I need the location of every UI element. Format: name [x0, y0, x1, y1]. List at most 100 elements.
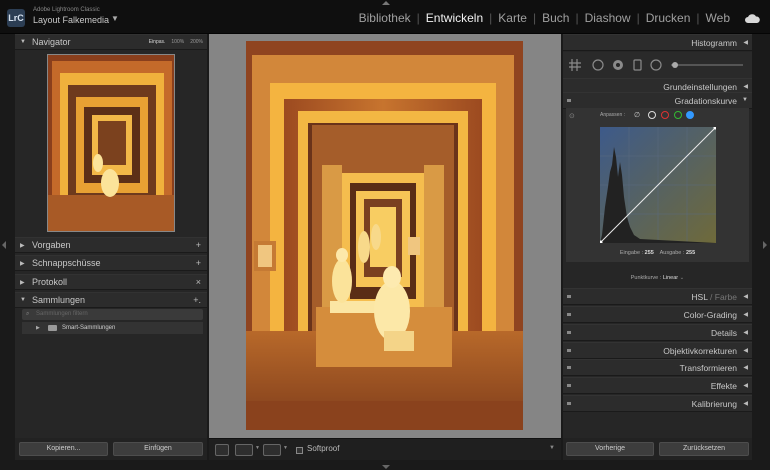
compare-view-icon[interactable] — [263, 444, 281, 456]
tool-slider[interactable] — [671, 64, 743, 66]
module-karte[interactable]: Karte — [498, 11, 527, 25]
smart-collections-label: Smart-Sammlungen — [62, 325, 116, 331]
tone-curve-header[interactable]: Gradationskurve ▼ — [563, 92, 752, 109]
add-collection-button[interactable]: +. — [193, 295, 201, 305]
cloud-icon[interactable] — [744, 13, 760, 23]
catalog-dropdown-icon[interactable]: ▼ — [111, 14, 119, 23]
reset-button[interactable]: Zurücksetzen — [659, 442, 749, 456]
parametric-curve-icon[interactable]: ∅ — [634, 111, 640, 119]
basic-label: Grundeinstellungen — [663, 82, 737, 92]
top-panel-toggle-icon[interactable] — [382, 1, 390, 5]
color-grading-header[interactable]: Color-Grading ◀ — [563, 306, 752, 323]
module-buch[interactable]: Buch — [542, 11, 569, 25]
module-separator: | — [696, 11, 700, 25]
calibration-header[interactable]: Kalibrierung ◀ — [563, 395, 752, 412]
left-panel-bottom: Kopieren... Einfügen — [15, 438, 207, 460]
folder-icon — [48, 325, 57, 331]
expand-icon[interactable]: ▶ — [36, 322, 40, 334]
collections-header[interactable]: ▼ Sammlungen +. — [15, 292, 207, 308]
hsl-header[interactable]: HSL / Farbe ◀ — [563, 288, 752, 305]
snapshots-header[interactable]: ▶ Schnappschüsse + — [15, 255, 207, 271]
crop-tool-icon[interactable] — [569, 59, 581, 71]
point-curve-select[interactable]: Linear — [663, 275, 678, 281]
toolbar-menu-icon[interactable]: ▼ — [549, 445, 555, 451]
panel-toggle-icon[interactable] — [567, 384, 571, 387]
right-panel: Histogramm ◀ Grundeinstellungen ◀ Gradat… — [563, 34, 752, 460]
panel-toggle-icon[interactable] — [567, 349, 571, 352]
previous-button[interactable]: Vorherige — [566, 442, 654, 456]
panel-toggle-icon[interactable] — [567, 295, 571, 298]
panel-toggle-icon[interactable] — [567, 313, 571, 316]
image-canvas[interactable] — [209, 34, 561, 438]
module-separator: | — [575, 11, 579, 25]
module-entwickeln[interactable]: Entwickeln — [426, 11, 483, 25]
target-adjust-icon[interactable]: ⊙ — [569, 112, 575, 120]
green-channel-icon[interactable] — [674, 111, 682, 119]
module-bibliothek[interactable]: Bibliothek — [359, 11, 411, 25]
compare-dropdown-icon[interactable]: ▼ — [283, 445, 288, 451]
smart-collections-item[interactable]: ▶ Smart-Sammlungen — [22, 322, 203, 334]
panel-toggle-icon[interactable] — [567, 99, 571, 102]
rgb-channel-icon[interactable] — [648, 111, 656, 119]
bottom-toolbar: ▼ ▼ Softproof ▼ — [209, 438, 561, 460]
main-photo[interactable] — [246, 41, 523, 430]
masking-icon[interactable] — [633, 59, 642, 71]
effects-header[interactable]: Effekte ◀ — [563, 377, 752, 394]
navigator-preview[interactable] — [47, 54, 175, 232]
point-curve-dropdown-icon[interactable]: ⌄ — [680, 275, 685, 281]
lrc-logo-icon: LrC — [7, 9, 25, 27]
copy-button[interactable]: Kopieren... — [19, 442, 108, 456]
module-diashow[interactable]: Diashow — [585, 11, 631, 25]
transform-header[interactable]: Transformieren ◀ — [563, 359, 752, 376]
history-header[interactable]: ▶ Protokoll × — [15, 274, 207, 290]
hsl-tab[interactable]: HSL — [691, 292, 707, 302]
before-after-icon[interactable] — [235, 444, 253, 456]
left-panel: ▼ Navigator Einpas. 100% 200% ▶ Vorgaben… — [15, 34, 207, 460]
collections-search-placeholder: Sammlungen filtern — [36, 311, 88, 317]
collapse-icon: ▼ — [20, 297, 26, 303]
add-preset-button[interactable]: + — [196, 240, 201, 250]
before-after-dropdown-icon[interactable]: ▼ — [255, 445, 260, 451]
zoom-fit[interactable]: Einpas. — [149, 39, 166, 45]
photo-image — [246, 41, 523, 430]
red-channel-icon[interactable] — [661, 111, 669, 119]
presets-header[interactable]: ▶ Vorgaben + — [15, 237, 207, 253]
panel-toggle-icon[interactable] — [567, 331, 571, 334]
module-drucken[interactable]: Drucken — [646, 11, 691, 25]
paste-button[interactable]: Einfügen — [113, 442, 203, 456]
color-tab[interactable]: Farbe — [715, 292, 737, 302]
expand-icon: ▶ — [20, 243, 25, 249]
lens-header[interactable]: Objektivkorrekturen ◀ — [563, 342, 752, 359]
clear-history-button[interactable]: × — [196, 277, 201, 287]
detail-header[interactable]: Details ◀ — [563, 324, 752, 341]
zoom-100[interactable]: 100% — [171, 39, 184, 45]
add-snapshot-button[interactable]: + — [196, 258, 201, 268]
filmstrip-toggle-icon[interactable] — [382, 465, 390, 469]
panel-toggle-icon[interactable] — [567, 402, 571, 405]
tone-curve-label: Gradationskurve — [674, 96, 737, 106]
output-value: 255 — [685, 250, 696, 256]
tool-strip — [563, 52, 752, 78]
module-web[interactable]: Web — [706, 11, 730, 25]
softproof-label: Softproof — [307, 444, 340, 453]
navigator-header[interactable]: ▼ Navigator Einpas. 100% 200% — [15, 34, 207, 50]
zoom-200[interactable]: 200% — [190, 39, 203, 45]
loupe-view-icon[interactable] — [215, 444, 229, 456]
spot-removal-icon[interactable] — [592, 59, 604, 71]
tool-slider-handle[interactable] — [672, 62, 678, 68]
collections-search-input[interactable]: ⌕ Sammlungen filtern — [22, 309, 203, 320]
histogram-header[interactable]: Histogramm ◀ — [563, 34, 752, 51]
expand-icon: ◀ — [743, 312, 748, 318]
tone-curve-graph[interactable] — [600, 127, 716, 243]
tab-separator: / — [710, 292, 713, 302]
lens-label: Objektivkorrekturen — [663, 346, 737, 356]
expand-icon: ◀ — [743, 330, 748, 336]
softproof-checkbox[interactable] — [296, 447, 303, 454]
right-panel-toggle-icon[interactable] — [763, 241, 767, 249]
radial-filter-icon[interactable] — [650, 59, 662, 71]
left-panel-toggle-icon[interactable] — [2, 241, 6, 249]
catalog-name[interactable]: Layout Falkemedia — [33, 15, 109, 25]
expand-icon: ▶ — [20, 280, 25, 286]
blue-channel-icon[interactable] — [686, 111, 694, 119]
panel-toggle-icon[interactable] — [567, 366, 571, 369]
